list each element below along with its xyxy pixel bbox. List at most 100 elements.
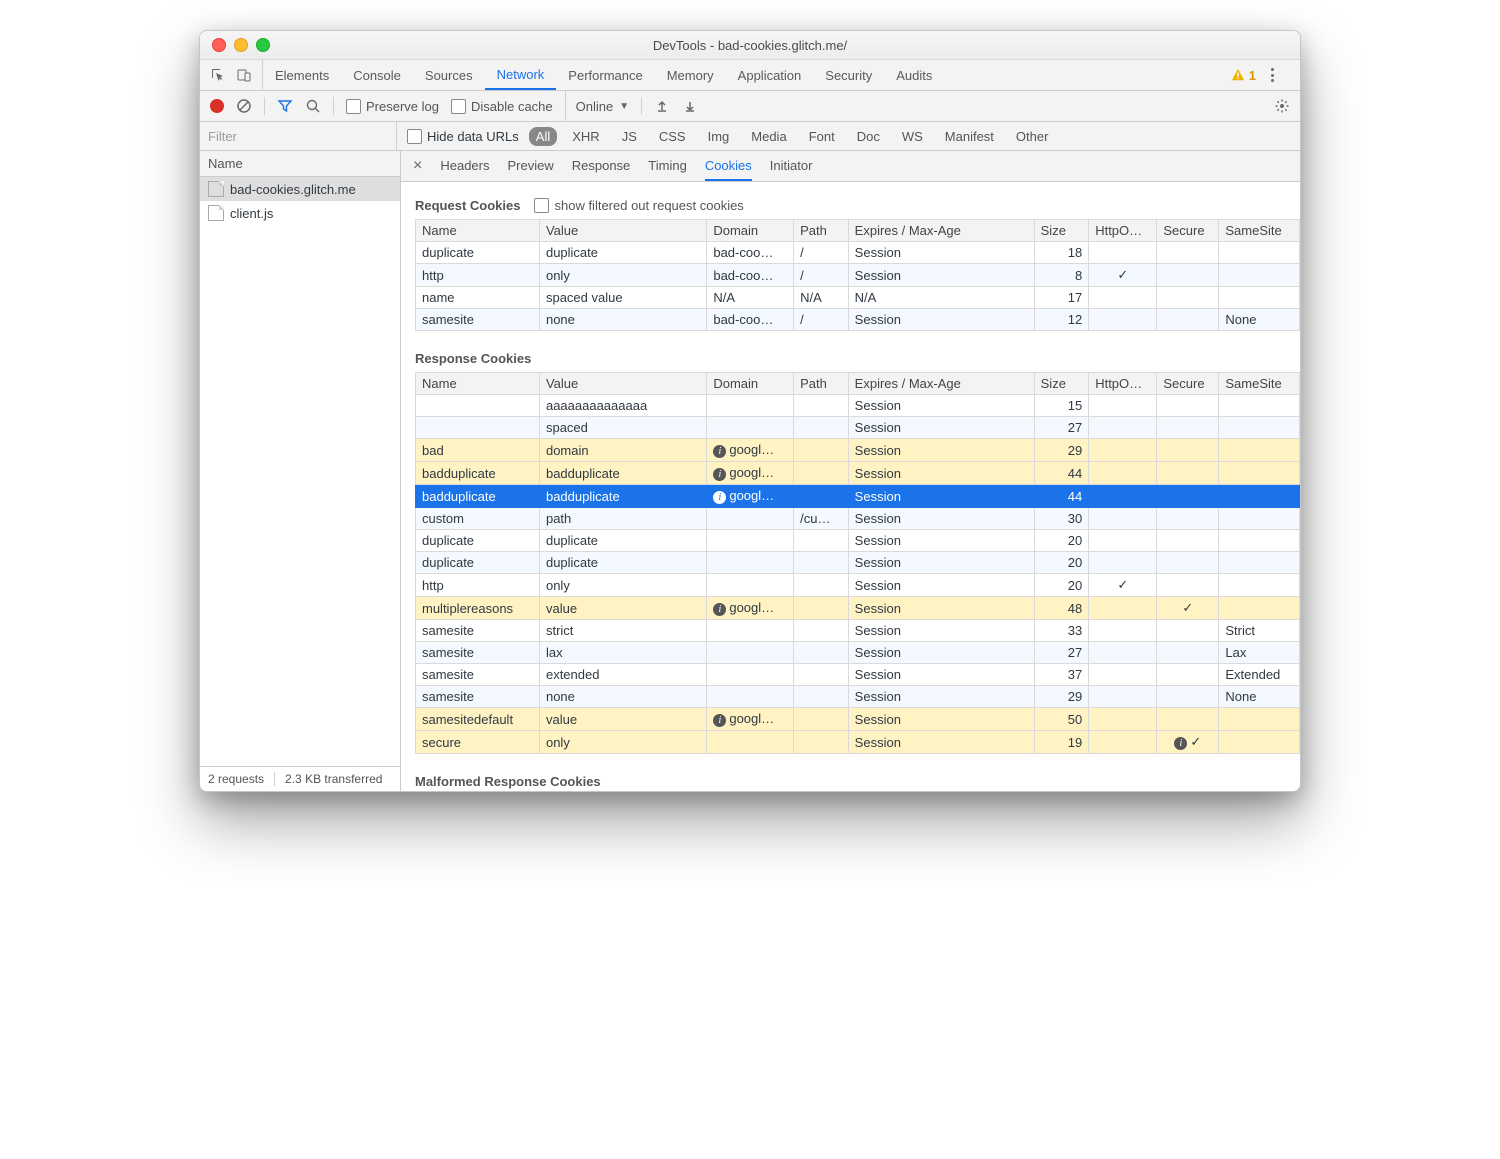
upload-har-icon[interactable] bbox=[654, 98, 670, 114]
close-detail-icon[interactable]: × bbox=[413, 158, 422, 174]
cookie-row[interactable]: badduplicatebadduplicateigoogl…Session44 bbox=[416, 462, 1300, 485]
cookie-row[interactable]: baddomainigoogl…Session29 bbox=[416, 439, 1300, 462]
cookie-column-header[interactable]: Expires / Max-Age bbox=[848, 220, 1034, 242]
fullscreen-window-button[interactable] bbox=[256, 38, 270, 52]
clear-icon[interactable] bbox=[236, 98, 252, 114]
panel-tab-security[interactable]: Security bbox=[813, 60, 884, 90]
cookie-column-header[interactable]: Domain bbox=[707, 220, 794, 242]
cookie-row[interactable]: duplicateduplicateSession20 bbox=[416, 552, 1300, 574]
type-filter-all[interactable]: All bbox=[529, 127, 557, 146]
response-cookies-table[interactable]: NameValueDomainPathExpires / Max-AgeSize… bbox=[415, 372, 1300, 754]
cookie-column-header[interactable]: Path bbox=[794, 220, 849, 242]
request-cookies-table[interactable]: NameValueDomainPathExpires / Max-AgeSize… bbox=[415, 219, 1300, 331]
cookie-column-header[interactable]: HttpO… bbox=[1089, 220, 1157, 242]
panel-tab-sources[interactable]: Sources bbox=[413, 60, 485, 90]
panel-tab-memory[interactable]: Memory bbox=[655, 60, 726, 90]
detail-tab-cookies[interactable]: Cookies bbox=[705, 158, 752, 181]
cookie-row[interactable]: samesitedefaultvalueigoogl…Session50 bbox=[416, 708, 1300, 731]
cookie-row[interactable]: samesitelaxSession27Lax bbox=[416, 642, 1300, 664]
device-toolbar-icon[interactable] bbox=[236, 67, 252, 83]
cookie-column-header[interactable]: SameSite bbox=[1219, 220, 1300, 242]
more-menu-icon[interactable] bbox=[1266, 67, 1290, 83]
throttling-select[interactable]: Online ▼ bbox=[565, 91, 629, 121]
type-filter-css[interactable]: CSS bbox=[652, 127, 693, 146]
preserve-log-checkbox[interactable]: Preserve log bbox=[346, 99, 439, 114]
search-icon[interactable] bbox=[305, 98, 321, 114]
cookie-row[interactable]: duplicateduplicatebad-coo…/Session18 bbox=[416, 242, 1300, 264]
detail-tab-response[interactable]: Response bbox=[572, 158, 631, 174]
cookie-column-header[interactable]: Size bbox=[1034, 220, 1089, 242]
cookie-row[interactable]: namespaced valueN/AN/AN/A17 bbox=[416, 287, 1300, 309]
cookie-column-header[interactable]: Secure bbox=[1157, 373, 1219, 395]
cookie-column-header[interactable]: Value bbox=[539, 373, 706, 395]
detail-tab-headers[interactable]: Headers bbox=[440, 158, 489, 174]
disable-cache-label: Disable cache bbox=[471, 99, 553, 114]
panel-tab-console[interactable]: Console bbox=[341, 60, 413, 90]
filter-input[interactable] bbox=[200, 122, 397, 150]
cookie-row[interactable]: samesitestrictSession33Strict bbox=[416, 620, 1300, 642]
type-filter-doc[interactable]: Doc bbox=[850, 127, 887, 146]
request-item[interactable]: bad-cookies.glitch.me bbox=[200, 177, 400, 201]
filter-icon[interactable] bbox=[277, 98, 293, 114]
panel-tab-application[interactable]: Application bbox=[726, 60, 814, 90]
cookie-column-header[interactable]: Expires / Max-Age bbox=[848, 373, 1034, 395]
cookie-column-header[interactable]: Secure bbox=[1157, 220, 1219, 242]
detail-tab-preview[interactable]: Preview bbox=[507, 158, 553, 174]
cookie-column-header[interactable]: Path bbox=[794, 373, 849, 395]
cookie-row[interactable]: secureonlySession19i✓ bbox=[416, 731, 1300, 754]
download-har-icon[interactable] bbox=[682, 98, 698, 114]
cookie-row[interactable]: spacedSession27 bbox=[416, 417, 1300, 439]
type-filter-font[interactable]: Font bbox=[802, 127, 842, 146]
cookie-row[interactable]: badduplicatebadduplicateigoogl…Session44 bbox=[416, 485, 1300, 508]
type-filter-img[interactable]: Img bbox=[701, 127, 737, 146]
cookie-column-header[interactable]: Name bbox=[416, 220, 540, 242]
cookie-row[interactable]: samesitenonebad-coo…/Session12None bbox=[416, 309, 1300, 331]
cookie-row[interactable]: samesiteextendedSession37Extended bbox=[416, 664, 1300, 686]
detail-tab-timing[interactable]: Timing bbox=[648, 158, 687, 174]
throttling-value: Online bbox=[576, 99, 614, 114]
malformed-cookies-title: Malformed Response Cookies bbox=[401, 768, 1300, 791]
cookie-row[interactable]: httponlySession20✓ bbox=[416, 574, 1300, 597]
hide-data-urls-checkbox[interactable]: Hide data URLs bbox=[407, 129, 519, 144]
record-button[interactable] bbox=[210, 99, 224, 113]
chevron-down-icon: ▼ bbox=[619, 101, 629, 112]
type-filter-ws[interactable]: WS bbox=[895, 127, 930, 146]
request-item-label: client.js bbox=[230, 206, 273, 221]
warnings-indicator[interactable]: 1 bbox=[1231, 68, 1256, 83]
cookie-column-header[interactable]: Domain bbox=[707, 373, 794, 395]
cookie-row[interactable]: duplicateduplicateSession20 bbox=[416, 530, 1300, 552]
cookie-column-header[interactable]: Size bbox=[1034, 373, 1089, 395]
type-filter-xhr[interactable]: XHR bbox=[565, 127, 606, 146]
type-filter-other[interactable]: Other bbox=[1009, 127, 1056, 146]
request-item[interactable]: client.js bbox=[200, 201, 400, 225]
panel-tab-performance[interactable]: Performance bbox=[556, 60, 654, 90]
file-icon bbox=[208, 181, 224, 197]
requests-header: Name bbox=[200, 151, 400, 177]
panel-tab-audits[interactable]: Audits bbox=[884, 60, 944, 90]
type-filter-js[interactable]: JS bbox=[615, 127, 644, 146]
cookie-row[interactable]: custompath/cu…Session30 bbox=[416, 508, 1300, 530]
cookie-row[interactable]: samesitenoneSession29None bbox=[416, 686, 1300, 708]
cookie-column-header[interactable]: Value bbox=[539, 220, 706, 242]
cookie-column-header[interactable]: SameSite bbox=[1219, 373, 1300, 395]
hide-data-urls-label: Hide data URLs bbox=[427, 129, 519, 144]
cookie-column-header[interactable]: HttpO… bbox=[1089, 373, 1157, 395]
type-filter-manifest[interactable]: Manifest bbox=[938, 127, 1001, 146]
panel-tab-elements[interactable]: Elements bbox=[263, 60, 341, 90]
network-settings-icon[interactable] bbox=[1274, 98, 1290, 114]
cookies-panel: Request Cookies show filtered out reques… bbox=[401, 182, 1300, 791]
warnings-count: 1 bbox=[1249, 68, 1256, 83]
detail-tab-initiator[interactable]: Initiator bbox=[770, 158, 813, 174]
cookie-row[interactable]: multiplereasonsvalueigoogl…Session48✓ bbox=[416, 597, 1300, 620]
info-icon: i bbox=[1174, 737, 1187, 750]
panel-tab-network[interactable]: Network bbox=[485, 60, 557, 90]
cookie-row[interactable]: aaaaaaaaaaaaaaSession15 bbox=[416, 395, 1300, 417]
cookie-row[interactable]: httponlybad-coo…/Session8✓ bbox=[416, 264, 1300, 287]
inspect-element-icon[interactable] bbox=[210, 67, 226, 83]
disable-cache-checkbox[interactable]: Disable cache bbox=[451, 99, 553, 114]
minimize-window-button[interactable] bbox=[234, 38, 248, 52]
close-window-button[interactable] bbox=[212, 38, 226, 52]
show-filtered-checkbox[interactable]: show filtered out request cookies bbox=[534, 198, 743, 213]
cookie-column-header[interactable]: Name bbox=[416, 373, 540, 395]
type-filter-media[interactable]: Media bbox=[744, 127, 793, 146]
